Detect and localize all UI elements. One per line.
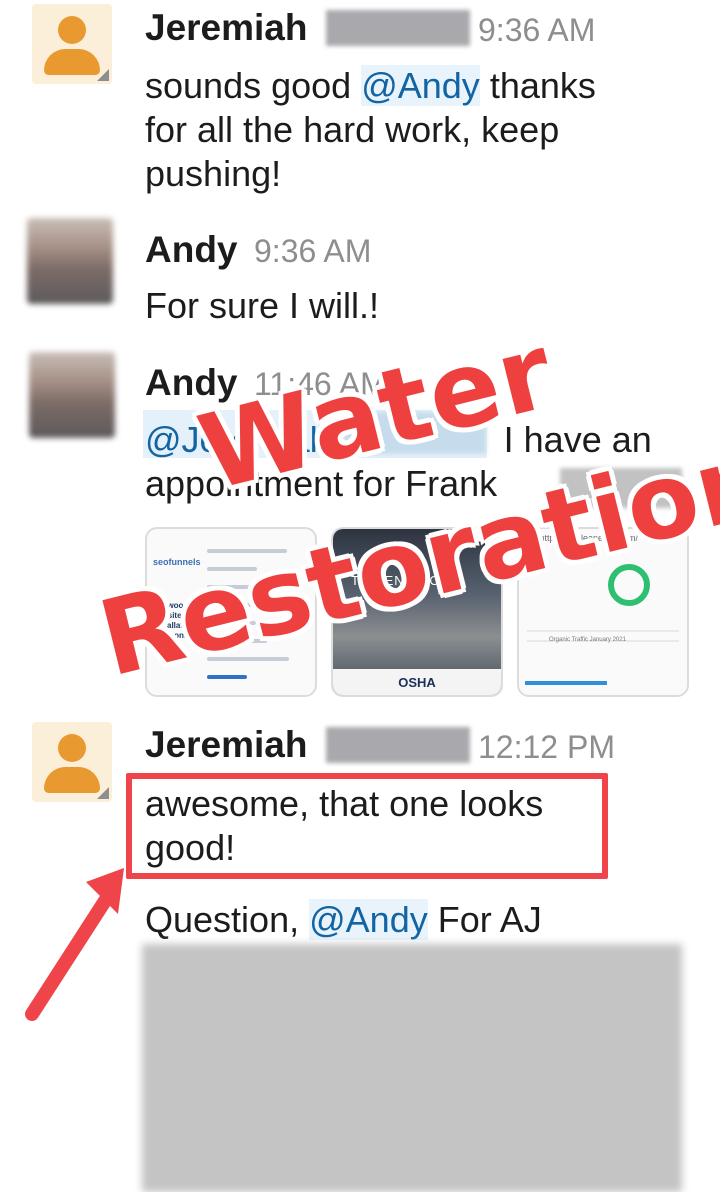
timestamp[interactable]: 9:36 AM [478, 8, 595, 52]
user-body-icon [44, 49, 100, 75]
user-head-icon [58, 16, 86, 44]
redacted-surname [326, 727, 470, 763]
annotation-highlight-box [126, 773, 608, 879]
timestamp[interactable]: 12:12 PM [478, 725, 615, 769]
mention-link[interactable]: @Andy [361, 65, 480, 106]
avatar-jeremiah[interactable] [32, 4, 112, 84]
avatar-andy[interactable] [27, 218, 113, 304]
redacted-surname [326, 10, 470, 46]
author-name[interactable]: Jeremiah [145, 6, 308, 50]
avatar-andy[interactable] [29, 352, 115, 438]
mention-link[interactable]: @Andy [309, 899, 428, 940]
message-text: For sure I will.! [145, 285, 380, 326]
presence-badge-icon [97, 69, 109, 81]
redacted-message-body [142, 944, 682, 1192]
message-text: Question, @Andy For AJ [145, 899, 542, 940]
avatar-jeremiah[interactable] [32, 722, 112, 802]
message-text: sounds good @Andy thanks for all the har… [145, 65, 596, 194]
presence-badge-icon [97, 787, 109, 799]
timestamp[interactable]: 9:36 AM [254, 229, 371, 273]
user-head-icon [58, 734, 86, 762]
author-name[interactable]: Jeremiah [145, 723, 308, 767]
user-body-icon [44, 767, 100, 793]
thumb-caption: Organic Traffic January 2021 [549, 637, 626, 643]
thumb-footer: OSHA [333, 669, 501, 695]
author-name[interactable]: Andy [145, 228, 238, 272]
